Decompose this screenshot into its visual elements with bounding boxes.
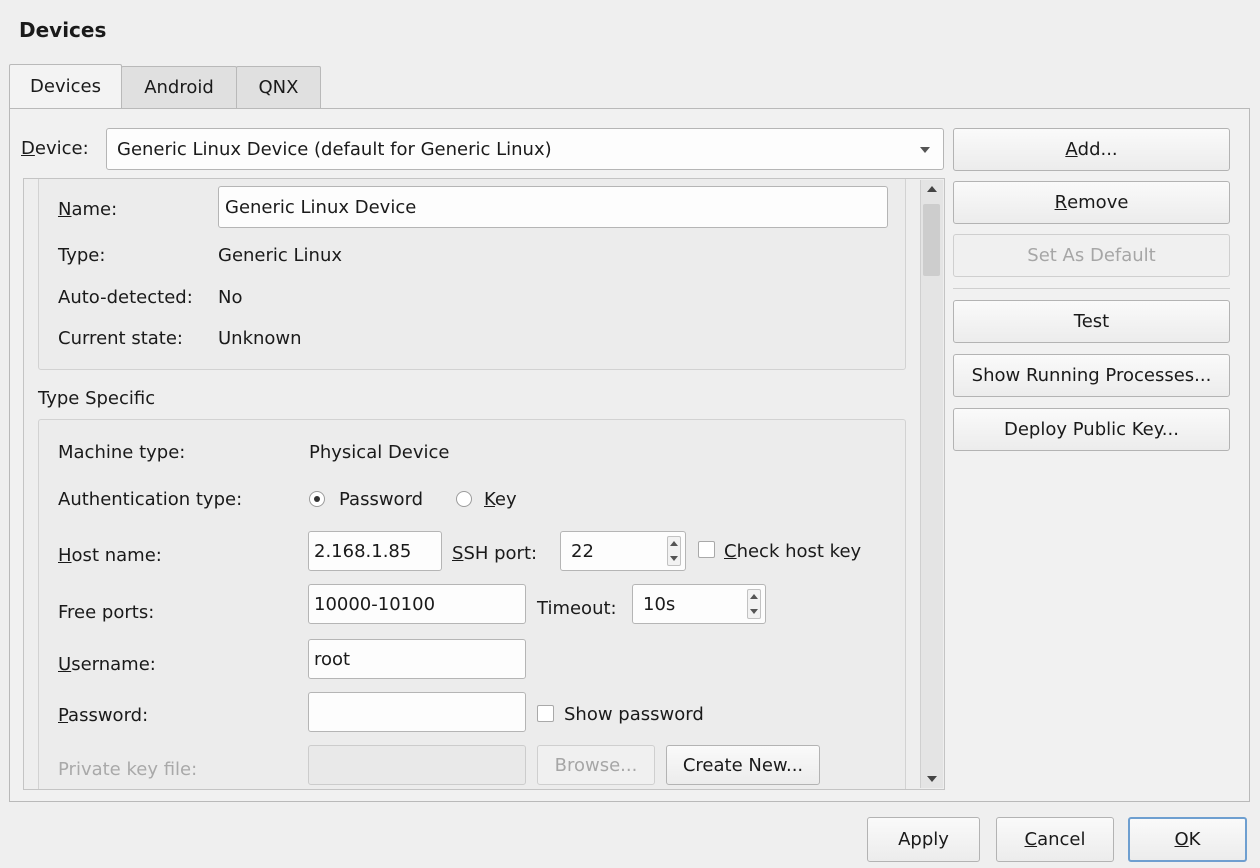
- ssh-port-spinbox[interactable]: 22: [560, 531, 686, 571]
- ssh-port-value: 22: [571, 540, 594, 562]
- machine-type-label: Machine type:: [58, 442, 186, 463]
- tab-label: Devices: [30, 76, 101, 97]
- spin-arrows-icon[interactable]: [747, 589, 761, 619]
- ssh-port-label: SSH port:: [452, 543, 538, 564]
- username-value: root: [314, 648, 351, 670]
- device-select[interactable]: Generic Linux Device (default for Generi…: [106, 128, 944, 170]
- auth-password-radio[interactable]: [309, 491, 325, 507]
- free-ports-label: Free ports:: [58, 602, 155, 623]
- auto-detected-value: No: [218, 287, 243, 308]
- spin-arrows-icon[interactable]: [667, 536, 681, 566]
- name-label: Name:: [58, 199, 118, 220]
- timeout-spinbox[interactable]: 10s: [632, 584, 766, 624]
- show-password-checkbox[interactable]: [537, 705, 554, 722]
- show-running-processes-button[interactable]: Show Running Processes...: [953, 354, 1230, 397]
- tab-qnx[interactable]: QNX: [236, 66, 321, 108]
- scroll-up-icon[interactable]: [927, 186, 937, 192]
- tab-label: Android: [144, 77, 214, 98]
- check-host-key-checkbox[interactable]: [698, 541, 715, 558]
- auth-key-radio[interactable]: [456, 491, 472, 507]
- machine-type-value: Physical Device: [309, 442, 450, 463]
- type-specific-heading: Type Specific: [38, 388, 156, 409]
- type-label: Type:: [58, 245, 106, 266]
- tab-android[interactable]: Android: [121, 66, 237, 108]
- host-name-field[interactable]: 2.168.1.85: [308, 531, 442, 571]
- type-value: Generic Linux: [218, 245, 343, 266]
- scroll-down-icon[interactable]: [927, 776, 937, 782]
- auth-type-label: Authentication type:: [58, 489, 243, 510]
- private-key-file-field[interactable]: [308, 745, 526, 785]
- timeout-value: 10s: [643, 593, 676, 615]
- current-state-value: Unknown: [218, 328, 302, 349]
- add-button[interactable]: Add...: [953, 128, 1230, 171]
- separator: [953, 288, 1230, 289]
- set-as-default-button[interactable]: Set As Default: [953, 234, 1230, 277]
- password-field[interactable]: [308, 692, 526, 732]
- scrollbar-thumb[interactable]: [923, 204, 940, 276]
- device-settings-scroll-area[interactable]: Name: Generic Linux Device Type: Generic…: [23, 178, 945, 790]
- host-name-value: 2.168.1.85: [314, 540, 412, 562]
- chevron-down-icon: [920, 147, 930, 153]
- free-ports-field[interactable]: 10000-10100: [308, 584, 526, 624]
- deploy-public-key-button[interactable]: Deploy Public Key...: [953, 408, 1230, 451]
- apply-button[interactable]: Apply: [867, 817, 980, 862]
- username-label: Username:: [58, 654, 156, 675]
- name-field[interactable]: Generic Linux Device: [218, 186, 888, 228]
- remove-button[interactable]: Remove: [953, 181, 1230, 224]
- browse-button[interactable]: Browse...: [537, 745, 655, 785]
- name-value: Generic Linux Device: [225, 196, 417, 218]
- check-host-key-label: Check host key: [724, 541, 862, 562]
- test-button[interactable]: Test: [953, 300, 1230, 343]
- page-title: Devices: [19, 18, 107, 42]
- auto-detected-label: Auto-detected:: [58, 287, 193, 308]
- username-field[interactable]: root: [308, 639, 526, 679]
- create-new-button[interactable]: Create New...: [666, 745, 820, 785]
- device-select-value: Generic Linux Device (default for Generi…: [117, 138, 552, 160]
- auth-key-label: Key: [484, 489, 517, 510]
- vertical-scrollbar[interactable]: [920, 180, 943, 788]
- tab-label: QNX: [258, 77, 299, 98]
- password-label: Password:: [58, 705, 149, 726]
- ok-button[interactable]: OK: [1128, 817, 1247, 862]
- show-password-label: Show password: [564, 704, 704, 725]
- current-state-label: Current state:: [58, 328, 183, 349]
- host-name-label: Host name:: [58, 545, 162, 566]
- cancel-button[interactable]: Cancel: [996, 817, 1114, 862]
- free-ports-value: 10000-10100: [314, 593, 436, 615]
- private-key-file-label: Private key file:: [58, 759, 198, 780]
- timeout-label: Timeout:: [537, 598, 617, 619]
- device-label: Device:: [21, 138, 89, 159]
- auth-password-label: Password: [339, 489, 424, 510]
- tab-devices[interactable]: Devices: [9, 64, 122, 108]
